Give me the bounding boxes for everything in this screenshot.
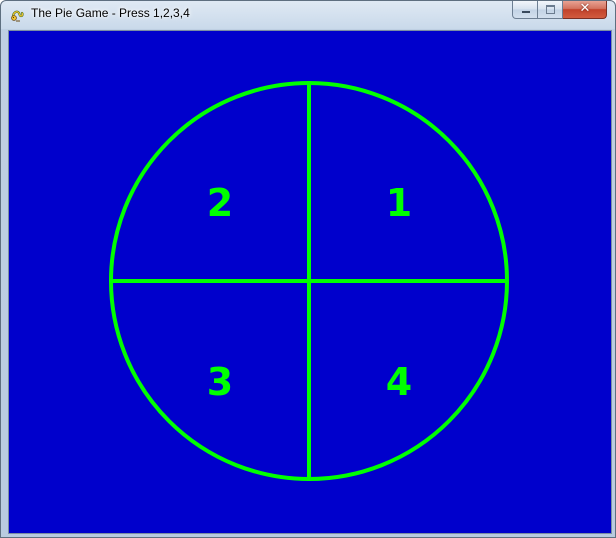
game-window: The Pie Game - Press 1,2,3,4 ✕ 1 2 3 4: [0, 0, 616, 538]
close-icon: ✕: [579, 1, 591, 16]
game-canvas[interactable]: 1 2 3 4: [9, 31, 609, 531]
quadrant-label-2: 2: [207, 181, 233, 225]
caption-buttons: ✕: [512, 1, 607, 20]
window-title: The Pie Game - Press 1,2,3,4: [31, 6, 190, 20]
maximize-icon: [546, 5, 555, 14]
title-bar[interactable]: The Pie Game - Press 1,2,3,4 ✕: [1, 1, 615, 29]
quadrant-label-4: 4: [386, 360, 412, 404]
minimize-button[interactable]: [512, 1, 538, 19]
quadrant-label-1: 1: [386, 181, 412, 225]
maximize-button[interactable]: [538, 1, 563, 19]
client-area: 1 2 3 4: [8, 30, 612, 534]
minimize-icon: [522, 11, 530, 13]
close-button[interactable]: ✕: [563, 1, 607, 19]
quadrant-label-3: 3: [207, 360, 233, 404]
pygame-snake-icon: [11, 10, 24, 22]
